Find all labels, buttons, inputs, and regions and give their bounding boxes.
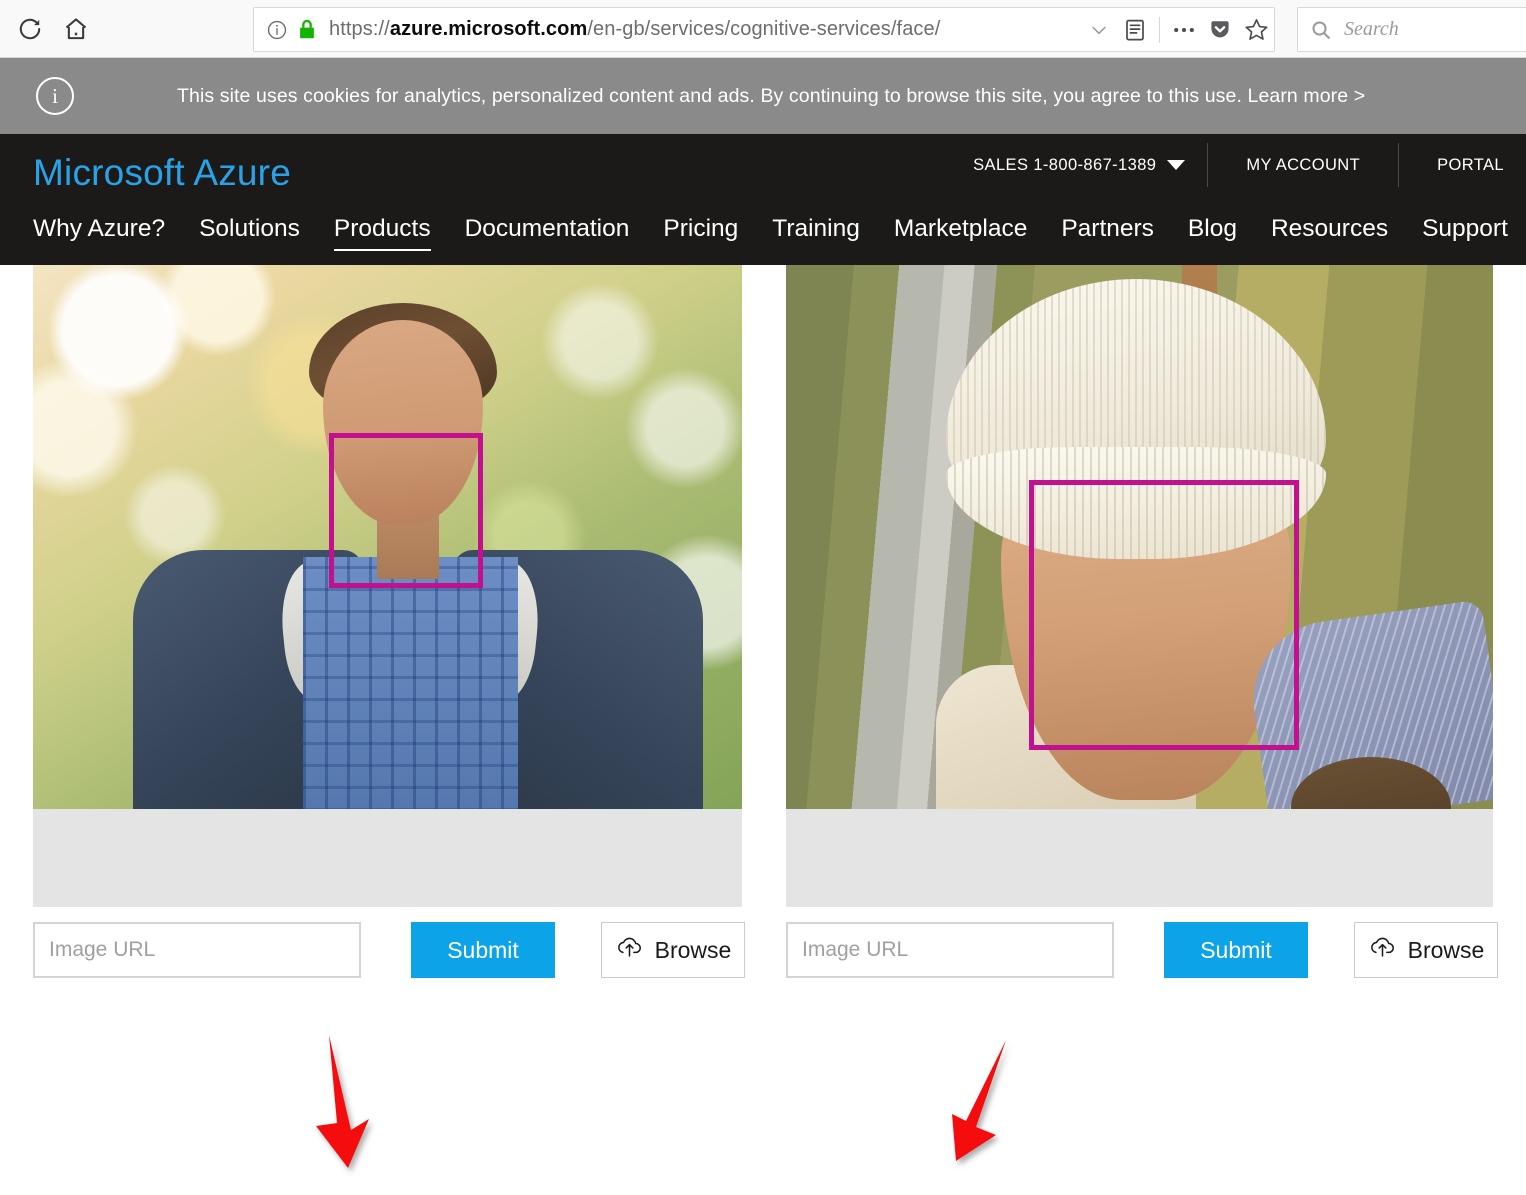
result-panel-right [786,809,1493,907]
nav-item-solutions[interactable]: Solutions [199,215,300,249]
reload-icon[interactable] [10,9,50,49]
nav-item-products[interactable]: Products [334,215,431,251]
pocket-icon[interactable] [1202,8,1238,51]
url-scheme: https:// [329,18,390,40]
my-account-link[interactable]: MY ACCOUNT [1208,156,1398,175]
cookie-banner-text[interactable]: This site uses cookies for analytics, pe… [177,85,1365,108]
url-bar-actions [1081,8,1274,51]
nav-item-marketplace[interactable]: Marketplace [894,215,1027,249]
caret-down-icon [1167,160,1185,170]
face-demo-right [786,265,1493,907]
browse-button-label-right: Browse [1408,937,1485,964]
url-bar[interactable]: https://azure.microsoft.com/en-gb/servic… [253,7,1275,52]
cookie-consent-banner: i This site uses cookies for analytics, … [0,58,1526,134]
browser-toolbar: https://azure.microsoft.com/en-gb/servic… [0,0,1526,58]
sales-phone-label: SALES 1-800-867-1389 [973,156,1156,175]
demo-image-right[interactable] [786,265,1493,809]
nav-item-resources[interactable]: Resources [1271,215,1388,249]
azure-main-nav: Why Azure? Solutions Products Documentat… [0,215,1526,265]
nav-item-partners[interactable]: Partners [1061,215,1154,249]
padlock-icon[interactable] [297,18,317,42]
red-arrow-down-left-annotation [930,1035,1060,1195]
toolbar-divider [1159,17,1160,43]
browse-button-right[interactable]: Browse [1354,922,1498,978]
image-url-input-left[interactable] [33,922,361,978]
header-utility-links: SALES 1-800-867-1389 MY ACCOUNT PORTAL [951,134,1526,196]
url-text[interactable]: https://azure.microsoft.com/en-gb/servic… [329,18,940,41]
red-arrow-down-right-annotation [296,1035,416,1195]
url-host-prefix: azure. [390,18,448,40]
cloud-upload-icon [1368,936,1397,964]
cloud-upload-icon [615,936,644,964]
image-input-form-right: Submit Browse [786,922,1498,978]
nav-item-pricing[interactable]: Pricing [663,215,738,249]
nav-item-why-azure[interactable]: Why Azure? [33,215,165,249]
face-detection-box-right [1029,480,1299,750]
portal-link[interactable]: PORTAL [1399,156,1526,175]
browser-search-bar[interactable]: Search [1297,7,1526,52]
reader-view-icon[interactable] [1117,8,1153,51]
info-circle-icon[interactable] [266,19,288,41]
search-placeholder: Search [1344,18,1399,41]
chevron-down-icon[interactable] [1081,8,1117,51]
face-demo-section: Submit Browse Submit Bro [0,265,1526,995]
nav-item-support[interactable]: Support [1422,215,1508,249]
image-input-form-left: Submit Browse [33,922,745,978]
ellipsis-icon[interactable] [1166,8,1202,51]
submit-button-left[interactable]: Submit [411,922,555,978]
home-icon[interactable] [56,9,96,49]
browse-button-left[interactable]: Browse [601,922,745,978]
nav-item-documentation[interactable]: Documentation [465,215,630,249]
azure-site-header: Microsoft Azure SALES 1-800-867-1389 MY … [0,134,1526,215]
nav-item-training[interactable]: Training [772,215,860,249]
plaid-shirt-shape [303,557,518,809]
result-panel-left [33,809,742,907]
face-demo-left [33,265,742,907]
search-icon [1310,19,1332,41]
star-icon[interactable] [1238,8,1274,51]
url-path: /en-gb/services/cognitive-services/face/ [587,18,940,40]
browse-button-label-left: Browse [655,937,732,964]
image-url-input-right[interactable] [786,922,1114,978]
sales-phone-dropdown[interactable]: SALES 1-800-867-1389 [951,156,1207,175]
url-host-bold: microsoft.com [448,18,587,40]
submit-button-right[interactable]: Submit [1164,922,1308,978]
nav-item-blog[interactable]: Blog [1188,215,1237,249]
face-detection-box-left [329,433,483,588]
azure-logo[interactable]: Microsoft Azure [33,152,291,194]
demo-image-left[interactable] [33,265,742,809]
info-icon: i [36,77,74,115]
